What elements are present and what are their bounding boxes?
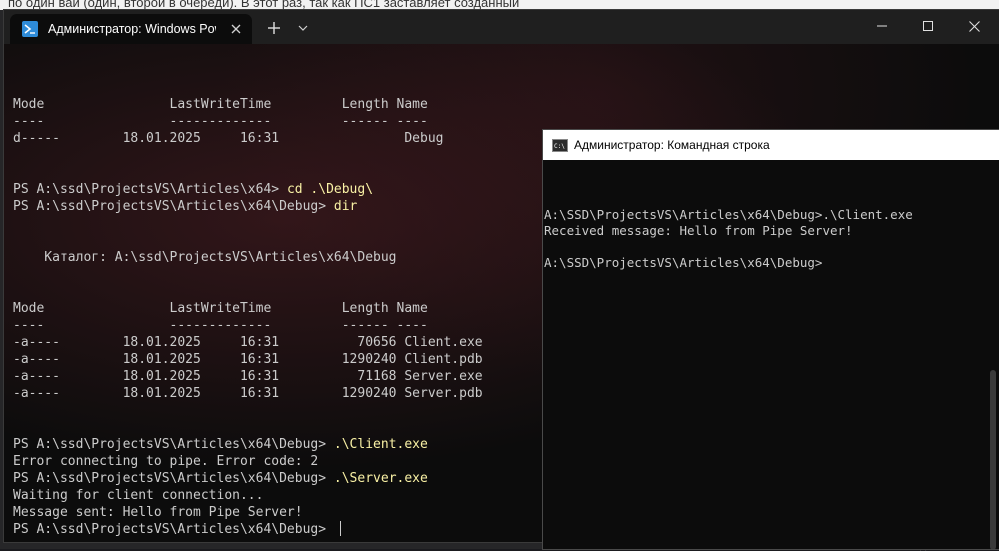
terminal-line: Message sent: Hello from Pipe Server!: [13, 505, 303, 520]
cmd-title: Администратор: Командная строка: [574, 138, 770, 152]
terminal-line: Mode LastWriteTime Length Name: [13, 97, 428, 112]
close-window-icon[interactable]: [951, 10, 997, 42]
cmd-window: C:\ Администратор: Командная строка A:\S…: [543, 130, 999, 549]
powershell-icon: [22, 21, 38, 37]
new-tab-plus-icon[interactable]: [262, 16, 286, 40]
terminal-line: Каталог: A:\ssd\ProjectsVS\Articles\x64\…: [13, 250, 397, 265]
minimize-icon[interactable]: [859, 10, 905, 42]
terminal-titlebar[interactable]: Администратор: Windows PowerShell: [4, 10, 999, 44]
terminal-line: PS A:\ssd\ProjectsVS\Articles\x64\Debug>…: [13, 471, 428, 486]
terminal-line: Error connecting to pipe. Error code: 2: [13, 454, 319, 469]
background-text: по один вай (один, второй в очереди). В …: [8, 0, 520, 10]
terminal-line: -a---- 18.01.2025 16:31 1290240 Client.p…: [13, 352, 483, 367]
terminal-line: -a---- 18.01.2025 16:31 71168 Server.exe: [13, 369, 483, 384]
tab-title: Администратор: Windows PowerShell: [48, 22, 216, 36]
cmd-line: Received message: Hello from Pipe Server…: [544, 223, 853, 238]
cmd-icon: C:\: [552, 138, 568, 152]
cmd-titlebar[interactable]: C:\ Администратор: Командная строка: [543, 130, 999, 160]
maximize-icon[interactable]: [905, 10, 951, 42]
terminal-line: ---- ------------- ------ ----: [13, 318, 428, 333]
tab-powershell[interactable]: Администратор: Windows PowerShell: [10, 14, 252, 44]
terminal-line: Waiting for client connection...: [13, 488, 264, 503]
cmd-scrollbar[interactable]: [990, 370, 996, 549]
terminal-line: PS A:\ssd\ProjectsVS\Articles\x64\Debug>…: [13, 437, 428, 452]
svg-text:C:\: C:\: [554, 143, 565, 149]
cmd-line: A:\SSD\ProjectsVS\Articles\x64\Debug>.\C…: [544, 207, 913, 222]
terminal-line: PS A:\ssd\ProjectsVS\Articles\x64> cd .\…: [13, 182, 374, 197]
terminal-line: ---- ------------- ------ ----: [13, 114, 428, 129]
terminal-prompt-line[interactable]: PS A:\ssd\ProjectsVS\Articles\x64\Debug>: [13, 521, 341, 538]
chevron-down-icon[interactable]: [293, 16, 313, 40]
tab-close-icon[interactable]: [228, 21, 244, 37]
terminal-line: d----- 18.01.2025 16:31 Debug: [13, 131, 444, 146]
terminal-line: -a---- 18.01.2025 16:31 70656 Client.exe: [13, 335, 483, 350]
terminal-line: PS A:\ssd\ProjectsVS\Articles\x64\Debug>…: [13, 199, 358, 214]
cmd-prompt-line[interactable]: A:\SSD\ProjectsVS\Articles\x64\Debug>: [544, 255, 822, 271]
terminal-line: Mode LastWriteTime Length Name: [13, 301, 428, 316]
text-cursor: [339, 521, 341, 536]
terminal-line: -a---- 18.01.2025 16:31 1290240 Server.p…: [13, 386, 483, 401]
cmd-output[interactable]: A:\SSD\ProjectsVS\Articles\x64\Debug>.\C…: [543, 160, 999, 549]
